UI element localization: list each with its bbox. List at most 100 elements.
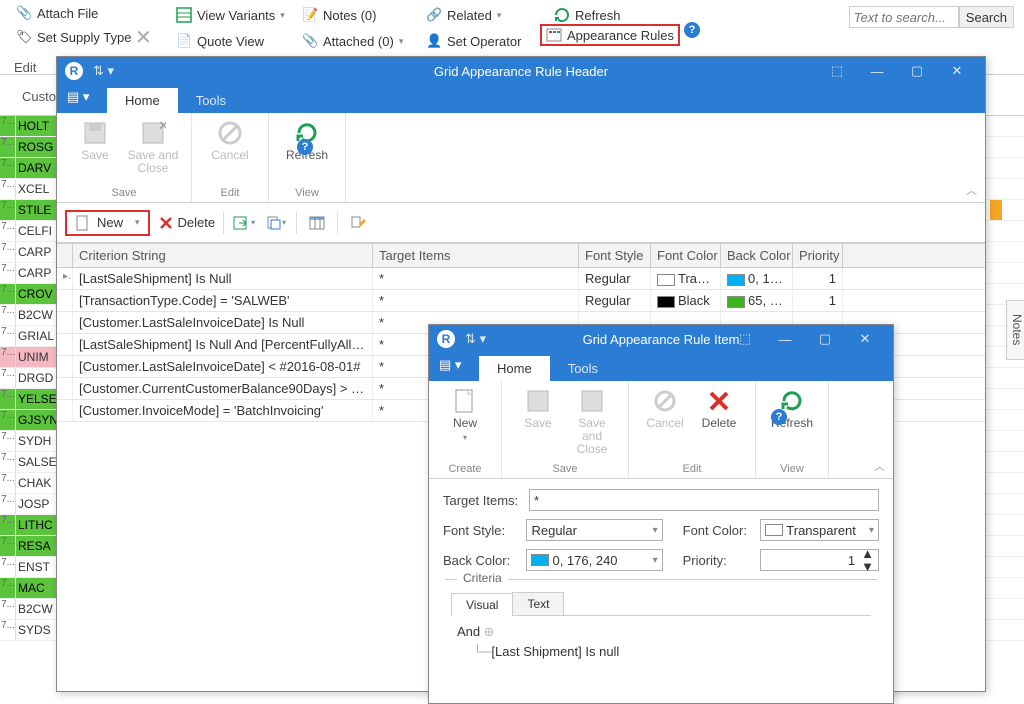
- quote-view-button[interactable]: 📄Quote View: [170, 30, 291, 52]
- col-fontstyle[interactable]: Font Style: [579, 244, 651, 267]
- row-numbers: 7...7...7...7...7...7...7...7...7...7...…: [0, 116, 16, 641]
- target-items-input[interactable]: [529, 489, 879, 511]
- criteria-and-operator[interactable]: And ⊕: [457, 625, 494, 639]
- target-items-label: Target Items:: [443, 493, 529, 508]
- font-style-select[interactable]: Regular▾: [526, 519, 662, 541]
- help-icon[interactable]: ?: [684, 22, 700, 38]
- refresh-icon: [554, 7, 570, 23]
- criteria-group: Criteria Visual Text And ⊕ └─[Last Shipm…: [445, 579, 877, 667]
- attached-button[interactable]: 📎Attached (0) ▾: [296, 30, 409, 52]
- view-variants-button[interactable]: View Variants ▾: [170, 4, 291, 26]
- cancel-icon: [653, 389, 677, 413]
- col-backcolor[interactable]: Back Color: [721, 244, 793, 267]
- attachment-icon: 📎: [302, 33, 318, 49]
- col-fontcolor[interactable]: Font Color: [651, 244, 721, 267]
- delete-icon: [158, 215, 174, 231]
- save-button[interactable]: Save: [512, 385, 564, 459]
- search-input[interactable]: [849, 6, 959, 28]
- minimize-icon[interactable]: —: [857, 57, 897, 85]
- priority-label: Priority:: [683, 553, 761, 568]
- color-swatch: [765, 524, 783, 536]
- criteria-legend: Criteria: [457, 571, 508, 585]
- close-icon[interactable]: ✕: [845, 325, 885, 353]
- maximize-icon[interactable]: ▢: [897, 57, 937, 85]
- right-gutter: [990, 116, 1002, 284]
- group-label-save: Save: [552, 463, 577, 478]
- font-color-label: Font Color:: [683, 523, 761, 538]
- cancel-button[interactable]: Cancel: [202, 117, 258, 177]
- group-label-edit: Edit: [683, 463, 702, 478]
- tab-home[interactable]: Home: [479, 356, 550, 381]
- quick-access-icon[interactable]: ⇅ ▾: [465, 331, 486, 347]
- help-icon[interactable]: ?: [297, 139, 313, 155]
- close-icon[interactable]: ✕: [937, 57, 977, 85]
- save-icon: [526, 389, 550, 413]
- paperclip-icon: 📎: [16, 5, 32, 21]
- set-operator-button[interactable]: 👤Set Operator: [420, 30, 527, 52]
- help-icon[interactable]: ?: [771, 409, 787, 425]
- ribbon: Save ✕Save and Close Save Cancel Edit Re…: [57, 113, 985, 203]
- collapse-ribbon-icon[interactable]: ︿: [874, 458, 885, 474]
- delete-button[interactable]: Delete: [158, 215, 216, 231]
- set-supply-type-button[interactable]: 🏷Set Supply Type: [10, 26, 137, 48]
- group-label-edit: Edit: [221, 187, 240, 202]
- save-close-button[interactable]: Save and Close: [566, 385, 618, 459]
- col-priority[interactable]: Priority: [793, 244, 843, 267]
- app-logo-icon: R: [437, 330, 455, 348]
- tab-home[interactable]: Home: [107, 88, 178, 113]
- notes-side-tab[interactable]: Notes: [1006, 300, 1024, 360]
- export-icon[interactable]: ▾: [232, 212, 256, 234]
- delete-icon: [707, 389, 731, 413]
- new-button[interactable]: New▾: [439, 385, 491, 445]
- tab-text[interactable]: Text: [512, 592, 564, 615]
- col-target[interactable]: Target Items: [373, 244, 579, 267]
- file-menu-icon[interactable]: ▤ ▾: [439, 357, 461, 373]
- tab-tools[interactable]: Tools: [178, 88, 244, 113]
- edit-layout-icon[interactable]: [346, 212, 370, 234]
- back-color-label: Back Color:: [443, 553, 526, 568]
- grid-appearance-item-window: R ⇅ ▾ Grid Appearance Rule Item ⬚ — ▢ ✕ …: [428, 324, 894, 704]
- criteria-condition[interactable]: └─[Last Shipment] Is null: [473, 644, 865, 659]
- back-color-select[interactable]: 0, 176, 240▾: [526, 549, 662, 571]
- copy-icon[interactable]: ▾: [264, 212, 288, 234]
- delete-button[interactable]: Delete: [693, 385, 745, 445]
- color-swatch: [531, 554, 549, 566]
- appearance-rules-button[interactable]: Appearance Rules: [540, 24, 680, 46]
- group-label-save: Save: [111, 187, 136, 202]
- link-icon: 🔗: [426, 7, 442, 23]
- titlebar: R ⇅ ▾ Grid Appearance Rule Header ⬚ — ▢ …: [57, 57, 985, 85]
- group-label-view: View: [295, 187, 319, 202]
- user-icon: 👤: [426, 33, 442, 49]
- save-close-icon: [580, 389, 604, 413]
- search-button[interactable]: Search: [959, 6, 1014, 28]
- maximize-icon[interactable]: ▢: [805, 325, 845, 353]
- tab-visual[interactable]: Visual: [451, 593, 513, 616]
- priority-input[interactable]: 1▲▼: [760, 549, 879, 571]
- file-menu-icon[interactable]: ▤ ▾: [67, 89, 89, 105]
- refresh-button[interactable]: Refresh: [548, 4, 627, 26]
- font-color-select[interactable]: Transparent▾: [760, 519, 879, 541]
- table-row[interactable]: ▸[LastSaleShipment] Is Null*RegularTran.…: [57, 268, 985, 290]
- tab-tools[interactable]: Tools: [550, 356, 616, 381]
- tag-icon: 🏷: [16, 29, 32, 45]
- table-row[interactable]: [TransactionType.Code] = 'SALWEB'*Regula…: [57, 290, 985, 312]
- related-button[interactable]: 🔗Related ▾: [420, 4, 527, 26]
- save-button[interactable]: Save: [67, 117, 123, 177]
- svg-text:✕: ✕: [158, 120, 166, 133]
- document-icon: 📄: [176, 33, 192, 49]
- table-icon: [546, 27, 562, 43]
- attach-file-button[interactable]: 📎Attach File: [10, 2, 137, 24]
- save-close-button[interactable]: ✕Save and Close: [125, 117, 181, 177]
- quick-access-icon[interactable]: ⇅ ▾: [93, 63, 114, 79]
- collapse-ribbon-icon[interactable]: ︿: [966, 182, 977, 198]
- window-pin-icon[interactable]: ⬚: [817, 57, 857, 85]
- note-icon: 📝: [302, 7, 318, 23]
- col-criterion[interactable]: Criterion String: [73, 244, 373, 267]
- minimize-icon[interactable]: —: [765, 325, 805, 353]
- new-button[interactable]: New▾: [65, 210, 150, 236]
- columns-icon[interactable]: [305, 212, 329, 234]
- titlebar: R ⇅ ▾ Grid Appearance Rule Item ⬚ — ▢ ✕: [429, 325, 893, 353]
- cancel-button[interactable]: Cancel: [639, 385, 691, 445]
- notes-button[interactable]: 📝Notes (0): [296, 4, 409, 26]
- close-icon[interactable]: ✕: [135, 25, 152, 50]
